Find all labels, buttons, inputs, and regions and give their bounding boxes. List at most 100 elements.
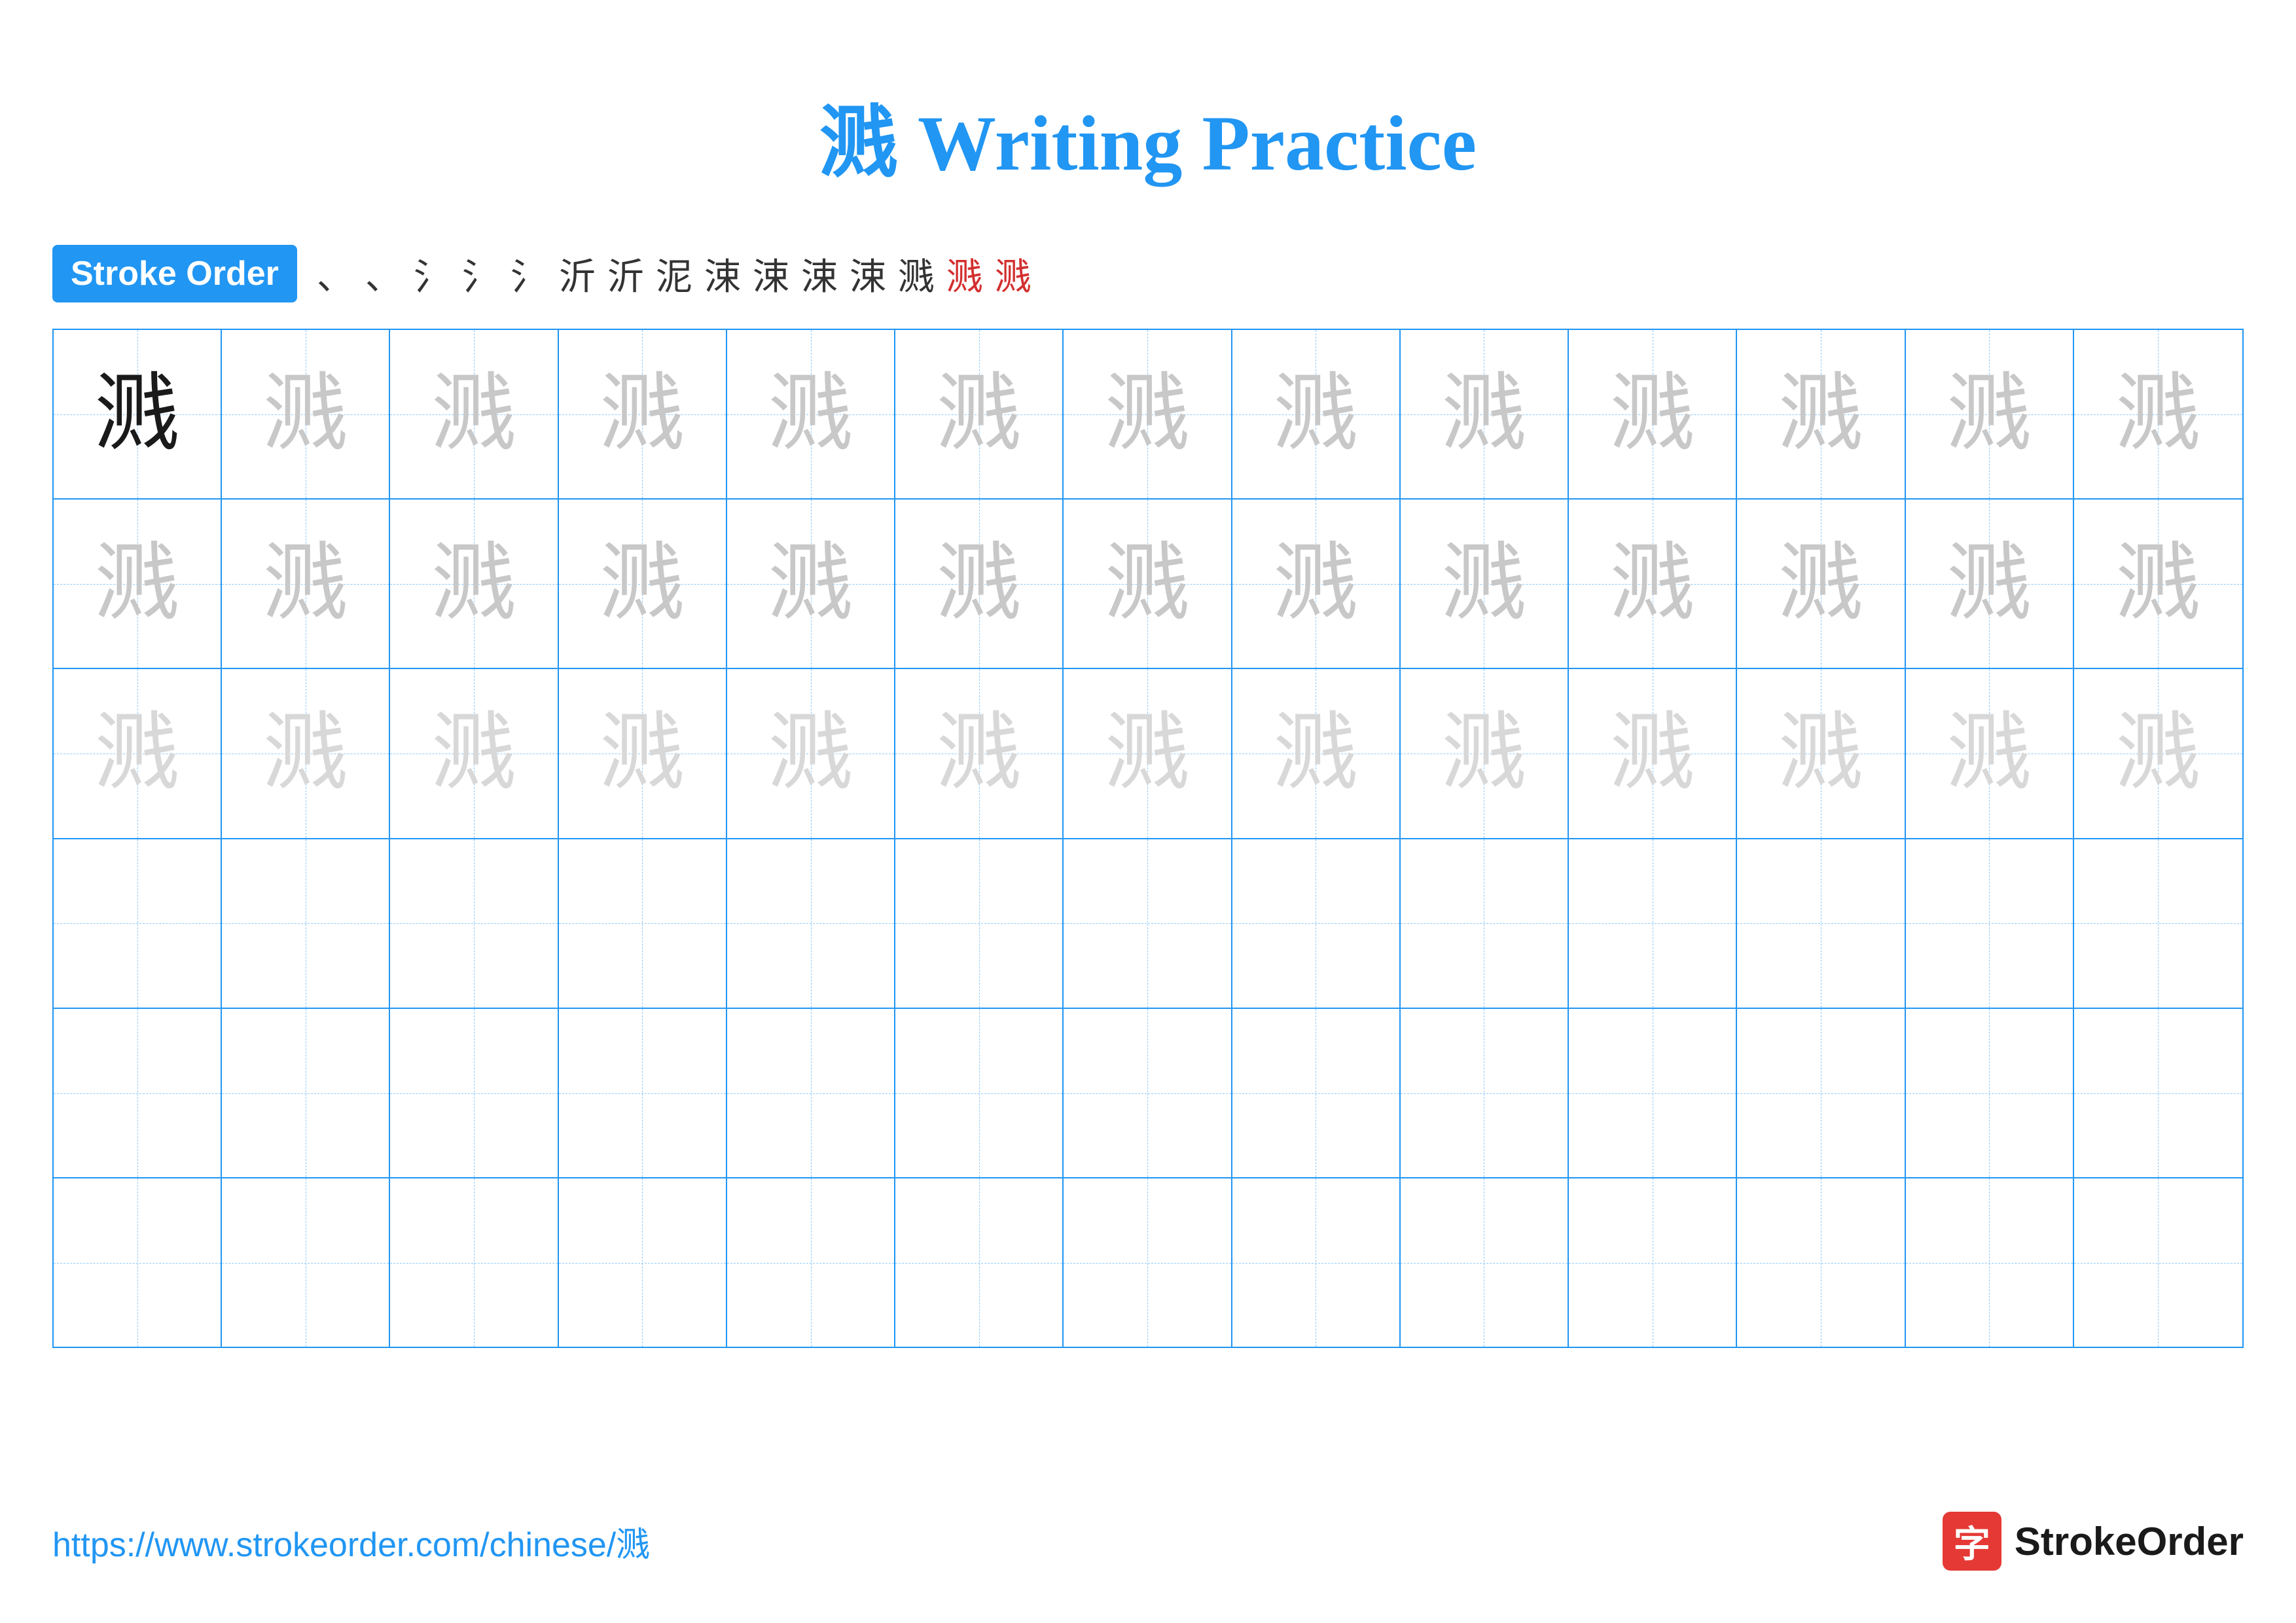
grid-cell-r3-c10[interactable]: 溅 <box>1569 669 1737 837</box>
grid-cell-r5-c4[interactable] <box>559 1009 727 1177</box>
char-r2-c5: 溅 <box>768 541 853 627</box>
grid-cell-r1-c2[interactable]: 溅 <box>222 330 390 498</box>
grid-cell-r6-c3[interactable] <box>390 1178 558 1347</box>
stroke-steps: 、 、 氵 氵 氵 沂 沂 泥 涑 涑 涑 涑 溅 溅 溅 <box>317 247 1031 301</box>
grid-cell-r4-c2[interactable] <box>222 839 390 1008</box>
grid-cell-r2-c5[interactable]: 溅 <box>727 500 895 668</box>
grid-cell-r2-c13[interactable]: 溅 <box>2074 500 2242 668</box>
grid-cell-r1-c6[interactable]: 溅 <box>895 330 1064 498</box>
grid-cell-r3-c1[interactable]: 溅 <box>54 669 222 837</box>
grid-cell-r3-c12[interactable]: 溅 <box>1906 669 2074 837</box>
grid-cell-r6-c5[interactable] <box>727 1178 895 1347</box>
stroke-step-4: 氵 <box>462 247 499 301</box>
char-r1-c5: 溅 <box>768 372 853 457</box>
grid-cell-r3-c4[interactable]: 溅 <box>559 669 727 837</box>
grid-cell-r1-c11[interactable]: 溅 <box>1737 330 1905 498</box>
grid-cell-r2-c11[interactable]: 溅 <box>1737 500 1905 668</box>
grid-cell-r1-c13[interactable]: 溅 <box>2074 330 2242 498</box>
grid-cell-r4-c1[interactable] <box>54 839 222 1008</box>
grid-cell-r1-c10[interactable]: 溅 <box>1569 330 1737 498</box>
grid-cell-r2-c4[interactable]: 溅 <box>559 500 727 668</box>
grid-cell-r1-c1[interactable]: 溅 <box>54 330 222 498</box>
grid-cell-r5-c5[interactable] <box>727 1009 895 1177</box>
grid-cell-r6-c13[interactable] <box>2074 1178 2242 1347</box>
char-r1-c4: 溅 <box>600 372 685 457</box>
grid-cell-r4-c5[interactable] <box>727 839 895 1008</box>
grid-cell-r2-c10[interactable]: 溅 <box>1569 500 1737 668</box>
grid-cell-r4-c10[interactable] <box>1569 839 1737 1008</box>
grid-cell-r6-c6[interactable] <box>895 1178 1064 1347</box>
grid-cell-r6-c2[interactable] <box>222 1178 390 1347</box>
grid-cell-r6-c8[interactable] <box>1232 1178 1401 1347</box>
grid-row-3: 溅 溅 溅 溅 溅 溅 溅 溅 溅 溅 溅 溅 溅 <box>54 669 2242 839</box>
grid-cell-r2-c7[interactable]: 溅 <box>1064 500 1232 668</box>
grid-cell-r1-c9[interactable]: 溅 <box>1401 330 1569 498</box>
grid-cell-r2-c1[interactable]: 溅 <box>54 500 222 668</box>
grid-cell-r3-c7[interactable]: 溅 <box>1064 669 1232 837</box>
char-r2-c4: 溅 <box>600 541 685 627</box>
grid-cell-r3-c9[interactable]: 溅 <box>1401 669 1569 837</box>
grid-cell-r4-c7[interactable] <box>1064 839 1232 1008</box>
grid-cell-r4-c3[interactable] <box>390 839 558 1008</box>
grid-cell-r2-c9[interactable]: 溅 <box>1401 500 1569 668</box>
footer-url[interactable]: https://www.strokeorder.com/chinese/溅 <box>52 1517 650 1566</box>
grid-cell-r5-c8[interactable] <box>1232 1009 1401 1177</box>
grid-cell-r6-c12[interactable] <box>1906 1178 2074 1347</box>
grid-cell-r6-c7[interactable] <box>1064 1178 1232 1347</box>
grid-cell-r4-c11[interactable] <box>1737 839 1905 1008</box>
stroke-step-15: 溅 <box>995 247 1031 301</box>
char-r1-c7: 溅 <box>1105 372 1190 457</box>
char-r1-c11: 溅 <box>1778 372 1863 457</box>
grid-cell-r4-c8[interactable] <box>1232 839 1401 1008</box>
grid-cell-r3-c2[interactable]: 溅 <box>222 669 390 837</box>
grid-cell-r5-c11[interactable] <box>1737 1009 1905 1177</box>
grid-cell-r6-c11[interactable] <box>1737 1178 1905 1347</box>
grid-cell-r5-c3[interactable] <box>390 1009 558 1177</box>
grid-cell-r4-c4[interactable] <box>559 839 727 1008</box>
stroke-step-14: 溅 <box>946 247 983 301</box>
grid-cell-r3-c3[interactable]: 溅 <box>390 669 558 837</box>
grid-cell-r2-c12[interactable]: 溅 <box>1906 500 2074 668</box>
grid-cell-r5-c1[interactable] <box>54 1009 222 1177</box>
grid-cell-r5-c10[interactable] <box>1569 1009 1737 1177</box>
grid-cell-r4-c9[interactable] <box>1401 839 1569 1008</box>
footer-logo: 字 StrokeOrder <box>1943 1512 2244 1571</box>
grid-cell-r3-c11[interactable]: 溅 <box>1737 669 1905 837</box>
grid-cell-r3-c8[interactable]: 溅 <box>1232 669 1401 837</box>
grid-cell-r3-c6[interactable]: 溅 <box>895 669 1064 837</box>
grid-cell-r5-c6[interactable] <box>895 1009 1064 1177</box>
grid-cell-r3-c5[interactable]: 溅 <box>727 669 895 837</box>
grid-cell-r1-c7[interactable]: 溅 <box>1064 330 1232 498</box>
char-r3-c11: 溅 <box>1778 711 1863 796</box>
stroke-step-2: 、 <box>365 247 402 301</box>
char-r1-c3: 溅 <box>431 372 516 457</box>
grid-cell-r4-c12[interactable] <box>1906 839 2074 1008</box>
grid-cell-r1-c5[interactable]: 溅 <box>727 330 895 498</box>
grid-cell-r2-c8[interactable]: 溅 <box>1232 500 1401 668</box>
grid-cell-r5-c7[interactable] <box>1064 1009 1232 1177</box>
grid-cell-r6-c9[interactable] <box>1401 1178 1569 1347</box>
stroke-step-8: 泥 <box>656 247 692 301</box>
grid-cell-r1-c3[interactable]: 溅 <box>390 330 558 498</box>
grid-cell-r1-c12[interactable]: 溅 <box>1906 330 2074 498</box>
stroke-step-12: 涑 <box>850 247 886 301</box>
grid-cell-r2-c2[interactable]: 溅 <box>222 500 390 668</box>
grid-cell-r5-c2[interactable] <box>222 1009 390 1177</box>
grid-cell-r1-c4[interactable]: 溅 <box>559 330 727 498</box>
char-r1-c12: 溅 <box>1946 372 2032 457</box>
grid-cell-r5-c9[interactable] <box>1401 1009 1569 1177</box>
grid-cell-r2-c6[interactable]: 溅 <box>895 500 1064 668</box>
grid-cell-r2-c3[interactable]: 溅 <box>390 500 558 668</box>
grid-cell-r3-c13[interactable]: 溅 <box>2074 669 2242 837</box>
grid-cell-r6-c1[interactable] <box>54 1178 222 1347</box>
grid-cell-r6-c4[interactable] <box>559 1178 727 1347</box>
stroke-step-3: 氵 <box>414 247 450 301</box>
grid-cell-r5-c12[interactable] <box>1906 1009 2074 1177</box>
grid-cell-r5-c13[interactable] <box>2074 1009 2242 1177</box>
grid-cell-r1-c8[interactable]: 溅 <box>1232 330 1401 498</box>
grid-cell-r4-c13[interactable] <box>2074 839 2242 1008</box>
grid-cell-r4-c6[interactable] <box>895 839 1064 1008</box>
stroke-order-row: Stroke Order 、 、 氵 氵 氵 沂 沂 泥 涑 涑 涑 涑 溅 溅… <box>0 232 2296 329</box>
grid-cell-r6-c10[interactable] <box>1569 1178 1737 1347</box>
char-r1-c13: 溅 <box>2115 372 2200 457</box>
